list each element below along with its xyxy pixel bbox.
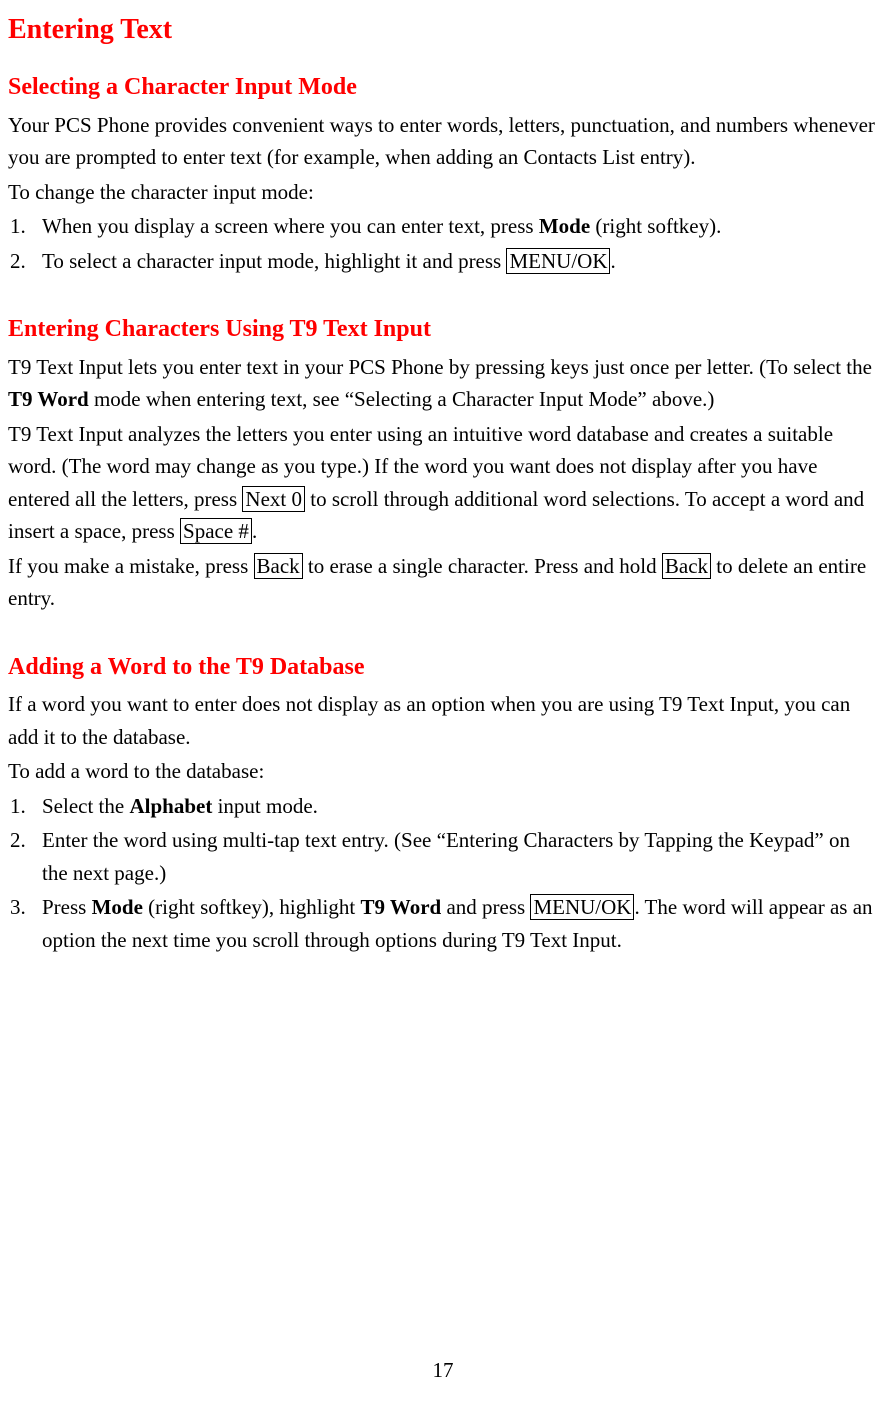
bold-span: Alphabet: [129, 794, 212, 818]
list-item: 3. Press Mode (right softkey), highlight…: [48, 891, 880, 956]
key-label: MENU/OK: [506, 248, 610, 274]
list-item: 1. When you display a screen where you c…: [48, 210, 880, 243]
list-text: Enter the word using multi-tap text entr…: [42, 824, 880, 889]
list-number: 1.: [10, 790, 42, 823]
list-text: Select the Alphabet input mode.: [42, 790, 318, 823]
section-heading: Adding a Word to the T9 Database: [8, 649, 880, 686]
page-title: Entering Text: [8, 8, 880, 51]
list-item: 2. Enter the word using multi-tap text e…: [48, 824, 880, 889]
body-text: T9 Text Input analyzes the letters you e…: [8, 418, 880, 548]
body-text: If you make a mistake, press Back to era…: [8, 550, 880, 615]
bold-span: T9 Word: [8, 387, 89, 411]
list-number: 2.: [10, 245, 42, 278]
list-number: 2.: [10, 824, 42, 889]
body-text: T9 Text Input lets you enter text in you…: [8, 351, 880, 416]
body-text: If a word you want to enter does not dis…: [8, 688, 880, 753]
list-text: To select a character input mode, highli…: [42, 245, 616, 278]
list-number: 3.: [10, 891, 42, 956]
bold-span: Mode: [92, 895, 143, 919]
section-heading: Entering Characters Using T9 Text Input: [8, 311, 880, 348]
key-label: Back: [254, 553, 303, 579]
body-text: Your PCS Phone provides convenient ways …: [8, 109, 880, 174]
page-number: 17: [0, 1354, 886, 1387]
list-text: Press Mode (right softkey), highlight T9…: [42, 891, 880, 956]
list-number: 1.: [10, 210, 42, 243]
section-heading: Selecting a Character Input Mode: [8, 69, 880, 106]
bold-span: Mode: [539, 214, 590, 238]
key-label: Next 0: [242, 486, 305, 512]
key-label: Back: [662, 553, 711, 579]
key-label: MENU/OK: [530, 894, 634, 920]
key-label: Space #: [180, 518, 252, 544]
list-text: When you display a screen where you can …: [42, 210, 721, 243]
body-text: To change the character input mode:: [8, 176, 880, 209]
body-text: To add a word to the database:: [8, 755, 880, 788]
list-item: 2. To select a character input mode, hig…: [48, 245, 880, 278]
bold-span: T9 Word: [360, 895, 441, 919]
list-item: 1. Select the Alphabet input mode.: [48, 790, 880, 823]
